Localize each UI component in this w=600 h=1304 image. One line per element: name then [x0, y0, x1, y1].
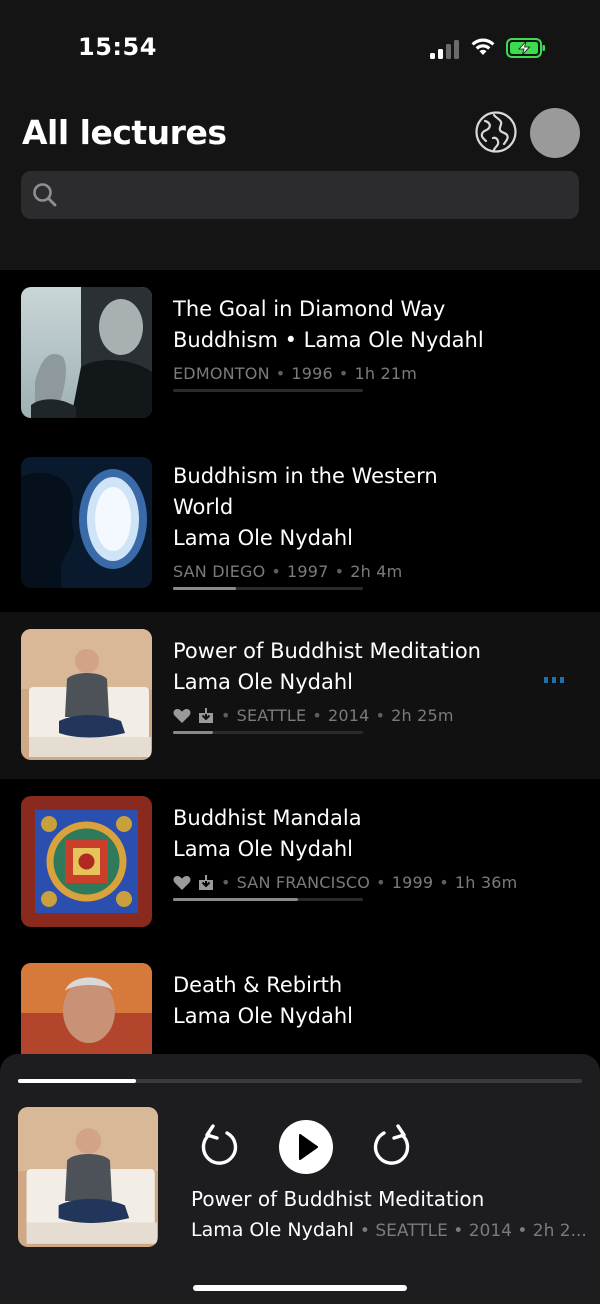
- lecture-row[interactable]: Death & Rebirth Lama Ole Nydahl: [0, 946, 600, 1060]
- battery-charging-icon: [506, 38, 545, 58]
- lecture-meta: SAN DIEGO • 1997 • 2h 4m: [173, 562, 403, 581]
- lecture-row[interactable]: The Goal in Diamond Way Buddhism • Lama …: [0, 270, 600, 437]
- lecture-row[interactable]: Power of Buddhist Meditation Lama Ole Ny…: [0, 612, 600, 779]
- play-icon: [299, 1134, 318, 1160]
- lecture-title: Lama Ole Nydahl: [173, 526, 354, 550]
- lecture-list[interactable]: The Goal in Diamond Way Buddhism • Lama …: [0, 270, 600, 1060]
- rewind-15-icon[interactable]: [197, 1121, 239, 1169]
- player-title: Power of Buddhist Meditation: [191, 1187, 485, 1211]
- lecture-meta: • SEATTLE • 2014 • 2h 25m: [173, 706, 533, 725]
- lecture-title: Lama Ole Nydahl: [173, 1004, 354, 1028]
- lecture-title: Buddhism in the Western: [173, 464, 438, 488]
- lecture-progress: [173, 587, 363, 590]
- heart-icon[interactable]: [173, 708, 191, 724]
- lecture-progress: [173, 389, 363, 392]
- player-meta: Lama Ole Nydahl • SEATTLE • 2014 • 2h 2.…: [191, 1219, 586, 1241]
- home-indicator: [193, 1285, 407, 1291]
- lecture-city: SEATTLE: [236, 706, 307, 725]
- lecture-duration: 2h 25m: [391, 706, 454, 725]
- lecture-meta: • SAN FRANCISCO • 1999 • 1h 36m: [173, 873, 533, 892]
- lecture-thumbnail: [21, 629, 152, 760]
- lecture-row[interactable]: Buddhism in the Western World Lama Ole N…: [0, 437, 600, 612]
- lecture-title: Buddhist Mandala: [173, 806, 362, 830]
- lecture-duration: 2h 4m: [350, 562, 403, 581]
- lecture-city: EDMONTON: [173, 364, 270, 383]
- header: All lectures: [0, 95, 600, 270]
- lecture-year: 1997: [287, 562, 329, 581]
- mini-player[interactable]: Power of Buddhist Meditation Lama Ole Ny…: [0, 1054, 600, 1304]
- lecture-year: 1996: [291, 364, 333, 383]
- player-progress-bar[interactable]: [18, 1079, 582, 1083]
- search-icon: [33, 183, 57, 207]
- player-details: • SEATTLE • 2014 • 2h 2...: [359, 1221, 586, 1241]
- lecture-title: The Goal in Diamond Way: [173, 297, 446, 321]
- download-icon[interactable]: [197, 874, 215, 891]
- lecture-title: Power of Buddhist Meditation: [173, 639, 481, 663]
- player-author: Lama Ole Nydahl: [191, 1219, 354, 1241]
- status-bar: 15:54: [0, 0, 600, 95]
- lecture-title: World: [173, 495, 234, 519]
- lecture-meta: EDMONTON • 1996 • 1h 21m: [173, 364, 418, 383]
- lecture-row[interactable]: Buddhist Mandala Lama Ole Nydahl • SAN F…: [0, 779, 600, 946]
- page-title: All lectures: [22, 113, 227, 152]
- lecture-year: 2014: [327, 706, 370, 725]
- lecture-duration: 1h 21m: [354, 364, 418, 383]
- lecture-city: SAN FRANCISCO: [236, 873, 371, 892]
- lecture-title: Lama Ole Nydahl: [173, 670, 354, 694]
- forward-15-icon[interactable]: [372, 1121, 414, 1169]
- player-artwork: [18, 1107, 158, 1247]
- lecture-thumbnail: [21, 796, 152, 927]
- play-button[interactable]: [279, 1120, 333, 1174]
- status-time: 15:54: [78, 33, 157, 61]
- lecture-thumbnail: [21, 963, 152, 1060]
- profile-avatar[interactable]: [530, 108, 580, 158]
- lecture-city: SAN DIEGO: [173, 562, 266, 581]
- wifi-icon: [471, 38, 495, 55]
- cellular-signal-icon: [430, 39, 460, 59]
- lecture-thumbnail: [21, 457, 152, 588]
- lecture-title: Buddhism • Lama Ole Nydahl: [173, 328, 484, 352]
- heart-icon[interactable]: [173, 875, 191, 891]
- lecture-title: Death & Rebirth: [173, 973, 343, 997]
- now-playing-indicator-icon: [544, 677, 564, 683]
- globe-icon[interactable]: [474, 110, 518, 154]
- lecture-title: Lama Ole Nydahl: [173, 837, 354, 861]
- lecture-year: 1999: [391, 873, 434, 892]
- lecture-thumbnail: [21, 287, 152, 418]
- lecture-progress: [173, 898, 363, 901]
- download-icon[interactable]: [197, 707, 215, 724]
- lecture-progress: [173, 731, 363, 734]
- lecture-duration: 1h 36m: [454, 873, 518, 892]
- search-field[interactable]: [21, 171, 579, 219]
